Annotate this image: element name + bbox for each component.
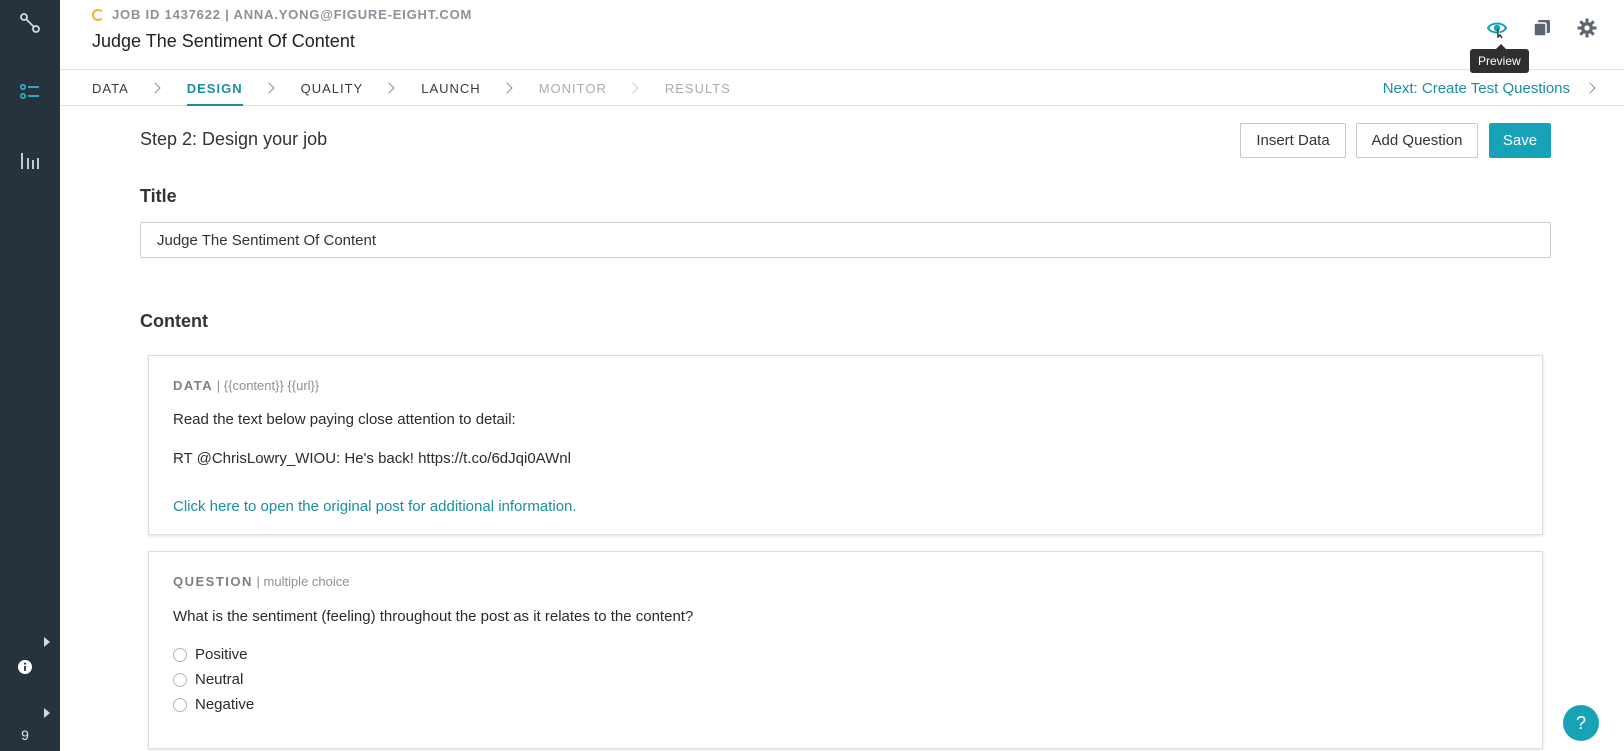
chevron-right-icon: [149, 82, 161, 94]
option-label: Negative: [195, 696, 255, 713]
option-label: Neutral: [195, 671, 244, 688]
refresh-icon: [92, 8, 104, 21]
next-step-label: Next: Create Test Questions: [1382, 79, 1570, 97]
radio-button[interactable]: [173, 697, 187, 712]
chevron-right-icon: [383, 82, 395, 94]
tab-quality[interactable]: QUALITY: [301, 70, 364, 106]
chevron-right-icon: [501, 82, 513, 94]
data-card-header: DATA | {{content}} {{url}}: [173, 378, 319, 393]
tab-design[interactable]: DESIGN: [186, 70, 243, 106]
chevron-right-icon: [627, 82, 639, 94]
content-section-label: Content: [140, 311, 208, 331]
job-id-line: JOB ID 1437622 | ANNA.YONG@FIGURE-EIGHT.…: [92, 7, 472, 22]
page-title: Judge The Sentiment Of Content: [92, 31, 355, 51]
question-card-type: | multiple choice: [252, 574, 350, 589]
copy-icon[interactable]: [1529, 15, 1555, 41]
eye-icon[interactable]: [1484, 15, 1510, 41]
data-card[interactable]: DATA | {{content}} {{url}} Read the text…: [148, 355, 1543, 535]
expand-caret-icon[interactable]: [44, 637, 50, 647]
workflow-nav: DATA DESIGN QUALITY LAUNCH MONITOR RESUL…: [60, 70, 1624, 106]
bar-chart-icon[interactable]: [0, 141, 60, 181]
step-title: Step 2: Design your job: [140, 129, 328, 149]
radio-button[interactable]: [173, 647, 187, 662]
data-card-kind: DATA: [173, 378, 214, 393]
chevron-right-icon: [262, 82, 275, 94]
data-card-fields: | {{content}} {{url}}: [213, 378, 320, 393]
title-section-label: Title: [140, 186, 177, 206]
add-question-button[interactable]: Add Question: [1356, 123, 1478, 158]
question-card-header: QUESTION | multiple choice: [173, 574, 350, 589]
radio-button[interactable]: [173, 672, 187, 687]
original-post-link[interactable]: Click here to open the original post for…: [173, 498, 577, 515]
chevron-right-icon: [1584, 82, 1596, 94]
job-title-input[interactable]: [140, 222, 1551, 258]
tab-results: RESULTS: [664, 80, 731, 96]
workflow-icon[interactable]: [0, 3, 60, 43]
tab-data[interactable]: DATA: [92, 70, 129, 106]
save-button[interactable]: Save: [1489, 123, 1551, 158]
option-positive[interactable]: Positive: [173, 646, 248, 663]
data-card-instruction: Read the text below paying close attenti…: [173, 411, 516, 428]
rail-counter: 9: [21, 727, 29, 743]
tab-monitor: MONITOR: [538, 80, 607, 96]
option-label: Positive: [195, 646, 248, 663]
data-card-content: RT @ChrisLowry_WIOU: He's back! https://…: [173, 450, 571, 467]
left-rail: 9: [0, 0, 60, 751]
question-prompt: What is the sentiment (feeling) througho…: [173, 608, 694, 625]
workflow-tabs: DATA DESIGN QUALITY LAUNCH MONITOR RESUL…: [92, 70, 731, 106]
help-button[interactable]: ?: [1563, 705, 1599, 741]
insert-data-button[interactable]: Insert Data: [1240, 123, 1346, 158]
option-neutral[interactable]: Neutral: [173, 671, 243, 688]
question-card[interactable]: QUESTION | multiple choice What is the s…: [148, 551, 1543, 749]
expand-caret-icon[interactable]: [44, 708, 50, 718]
checklist-icon[interactable]: [0, 72, 60, 112]
info-icon[interactable]: [0, 647, 50, 687]
next-step-link[interactable]: Next: Create Test Questions: [1382, 70, 1596, 106]
option-negative[interactable]: Negative: [173, 696, 254, 713]
job-header: JOB ID 1437622 | ANNA.YONG@FIGURE-EIGHT.…: [60, 0, 1624, 70]
question-card-kind: QUESTION: [173, 574, 253, 589]
tab-launch[interactable]: LAUNCH: [421, 70, 480, 106]
job-id-text: JOB ID 1437622 | ANNA.YONG@FIGURE-EIGHT.…: [112, 7, 473, 22]
gear-icon[interactable]: [1574, 15, 1600, 41]
